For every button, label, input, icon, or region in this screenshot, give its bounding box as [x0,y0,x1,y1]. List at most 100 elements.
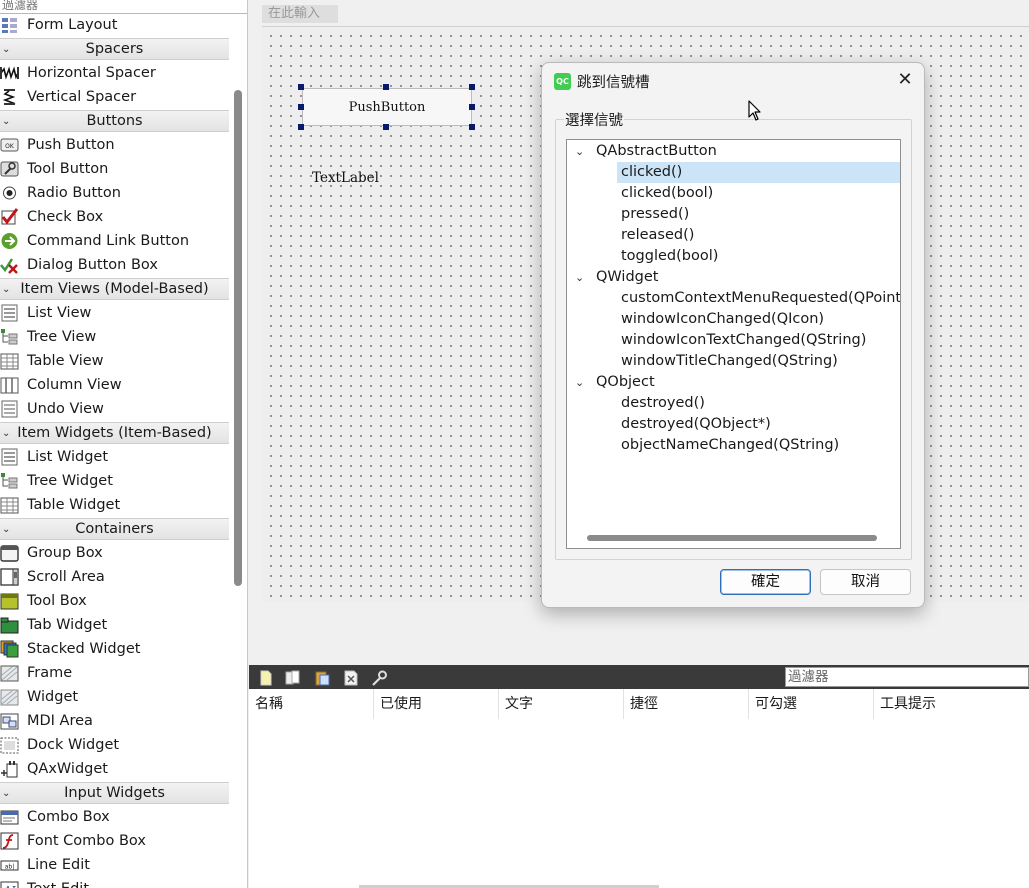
tree-parent-row[interactable]: ⌄ QWidget [567,267,900,288]
column-header[interactable]: 工具提示 [874,689,1029,719]
widget-item[interactable]: Command Link Button [0,229,229,253]
signal-item[interactable]: destroyed() [617,393,900,414]
widget-item[interactable]: Group Box [0,541,229,565]
widget-box-filter[interactable]: 過濾器 [0,0,247,14]
widget-item[interactable]: Form Layout [0,13,229,37]
signal-item[interactable]: objectNameChanged(QString) [617,435,900,456]
widget-item[interactable]: Combo Box [0,805,229,829]
chevron-down-icon[interactable]: ⌄ [2,111,10,132]
widget-item[interactable]: Column View [0,373,229,397]
column-header[interactable]: 捷徑 [624,689,749,719]
signal-item[interactable]: destroyed(QObject*) [617,414,900,435]
signal-item[interactable]: toggled(bool) [617,246,900,267]
copy-action-icon[interactable] [284,669,302,687]
widget-item[interactable]: Dock Widget [0,733,229,757]
action-editor-panel: 過濾器 名稱 已使用 文字 捷徑 可勾選 工具提示 [249,665,1029,888]
mdi-area-icon [0,713,19,730]
widget-item-label: Undo View [27,401,104,417]
widget-item[interactable]: AI Text Edit [0,877,229,888]
chevron-down-icon[interactable]: ⌄ [2,423,10,444]
configure-icon[interactable] [370,669,388,687]
widget-item[interactable]: Undo View [0,397,229,421]
cancel-button[interactable]: 取消 [820,569,911,595]
close-icon[interactable]: ✕ [894,69,916,91]
widget-item[interactable]: Tool Box [0,589,229,613]
widget-item[interactable]: Dialog Button Box [0,253,229,277]
widget-item[interactable]: MDI Area [0,709,229,733]
form-push-button[interactable]: PushButton [302,88,472,126]
widget-box-scrollbar[interactable] [234,90,242,586]
selection-handle[interactable] [298,104,304,110]
widget-item[interactable]: Vertical Spacer [0,85,229,109]
widget-item[interactable]: Tree View [0,325,229,349]
combo-box-icon [0,810,19,825]
widget-item[interactable]: Scroll Area [0,565,229,589]
widget-item[interactable]: Tab Widget [0,613,229,637]
expand-chevron-icon[interactable]: ⌄ [575,372,584,393]
ok-button[interactable]: 確定 [720,569,811,595]
selection-handle[interactable] [298,84,304,90]
delete-action-icon[interactable] [342,669,360,687]
signal-item[interactable]: clicked() [617,162,900,183]
signal-item[interactable]: customContextMenuRequested(QPoint) [617,288,900,309]
tree-parent-row[interactable]: ⌄ QAbstractButton [567,141,900,162]
widget-item[interactable]: ab| Line Edit [0,853,229,877]
signal-tree[interactable]: ⌄ QAbstractButton clicked() clicked(bool) pr… [566,139,901,549]
column-header[interactable]: 已使用 [374,689,499,719]
chevron-down-icon[interactable]: ⌄ [2,279,10,300]
widget-item[interactable]: List View [0,301,229,325]
widget-item[interactable]: Tool Button [0,157,229,181]
tree-horizontal-scrollbar[interactable] [587,535,877,541]
widget-category-header[interactable]: ⌄ Input Widgets [0,782,229,804]
widget-item-label: Dialog Button Box [27,257,158,273]
widget-item[interactable]: Font Combo Box [0,829,229,853]
signal-item[interactable]: windowIconChanged(QIcon) [617,309,900,330]
widget-item[interactable]: QAxWidget [0,757,229,781]
form-text-label[interactable]: TextLabel [312,170,379,186]
widget-item-label: Scroll Area [27,569,105,585]
signal-item[interactable]: released() [617,225,900,246]
expand-chevron-icon[interactable]: ⌄ [575,141,584,162]
selection-handle[interactable] [383,124,389,130]
widget-category-label: Containers [75,521,154,537]
widget-item[interactable]: Check Box [0,205,229,229]
column-header[interactable]: 名稱 [249,689,374,719]
widget-item[interactable]: Tree Widget [0,469,229,493]
type-here-placeholder[interactable]: 在此輸入 [262,5,338,23]
action-filter-input[interactable]: 過濾器 [785,667,1029,687]
selection-handle[interactable] [469,124,475,130]
paste-action-icon[interactable] [313,669,331,687]
selection-handle[interactable] [383,84,389,90]
widget-item[interactable]: Table Widget [0,493,229,517]
column-header[interactable]: 可勾選 [749,689,874,719]
signal-item[interactable]: windowIconTextChanged(QString) [617,330,900,351]
widget-item[interactable]: Stacked Widget [0,637,229,661]
widget-category-header[interactable]: ⌄ Item Widgets (Item-Based) [0,422,229,444]
chevron-down-icon[interactable]: ⌄ [2,519,10,540]
signal-item[interactable]: windowTitleChanged(QString) [617,351,900,372]
widget-item[interactable]: Horizontal Spacer [0,61,229,85]
widget-item[interactable]: Frame [0,661,229,685]
signal-item[interactable]: clicked(bool) [617,183,900,204]
widget-category-header[interactable]: ⌄ Spacers [0,38,229,60]
selection-handle[interactable] [469,104,475,110]
selection-handle[interactable] [298,124,304,130]
widget-item-label: QAxWidget [27,761,108,777]
widget-item[interactable]: List Widget [0,445,229,469]
widget-item[interactable]: Widget [0,685,229,709]
expand-chevron-icon[interactable]: ⌄ [575,267,584,288]
widget-category-header[interactable]: ⌄ Buttons [0,110,229,132]
chevron-down-icon[interactable]: ⌄ [2,39,10,60]
widget-item[interactable]: Table View [0,349,229,373]
widget-category-header[interactable]: ⌄ Containers [0,518,229,540]
selection-handle[interactable] [469,84,475,90]
widget-category-header[interactable]: ⌄ Item Views (Model-Based) [0,278,229,300]
widget-item[interactable]: OK Push Button [0,133,229,157]
signal-item[interactable]: pressed() [617,204,900,225]
tree-parent-row[interactable]: ⌄ QObject [567,372,900,393]
widget-item[interactable]: Radio Button [0,181,229,205]
new-action-icon[interactable] [257,669,275,687]
column-header[interactable]: 文字 [499,689,624,719]
form-layout-icon [2,18,17,33]
chevron-down-icon[interactable]: ⌄ [2,783,10,804]
